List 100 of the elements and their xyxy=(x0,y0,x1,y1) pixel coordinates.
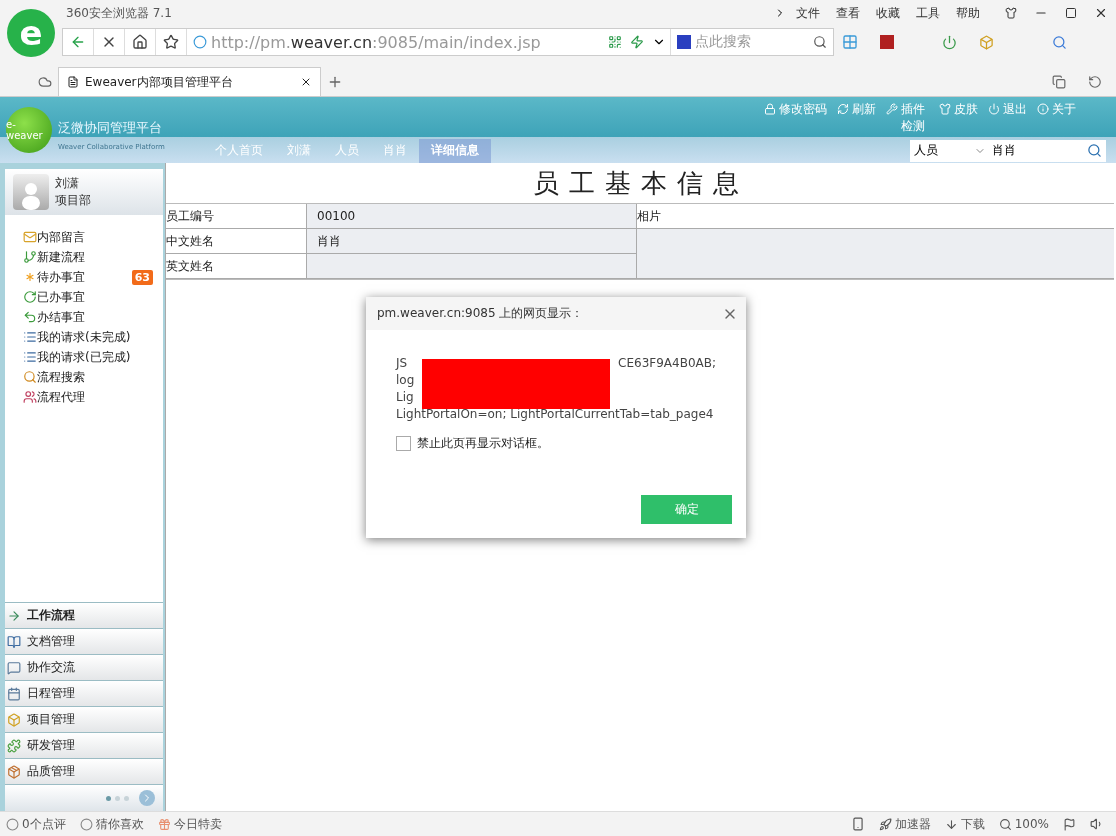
field-label: 英文姓名 xyxy=(166,254,307,279)
field-label: 中文姓名 xyxy=(166,229,307,254)
info-icon xyxy=(1037,103,1049,115)
browser-menu-item[interactable]: 收藏 xyxy=(876,4,900,22)
status-item[interactable]: 下载 xyxy=(944,815,985,833)
list-icon xyxy=(23,350,37,364)
refresh-icon xyxy=(837,103,849,115)
lock-icon xyxy=(764,103,776,115)
search-field[interactable]: 人员 肖肖 xyxy=(910,139,1106,162)
menu-item[interactable]: 流程搜索 xyxy=(23,367,163,387)
return-arrow-icon xyxy=(23,290,37,304)
status-item[interactable]: 0个点评 xyxy=(6,815,66,833)
search-icon[interactable] xyxy=(813,35,827,49)
wrench-icon xyxy=(886,103,898,115)
browser-menu-item[interactable]: 帮助 xyxy=(956,4,980,22)
close-icon[interactable] xyxy=(1094,6,1108,20)
status-item[interactable]: 100% xyxy=(998,817,1049,831)
browser-tab[interactable]: Eweaver内部项目管理平台 xyxy=(58,67,321,96)
menu-item[interactable]: 我的请求(未完成) xyxy=(23,327,163,347)
dont-show-checkbox[interactable]: 禁止此页再显示对话框。 xyxy=(396,435,716,452)
menu-item[interactable]: 流程代理 xyxy=(23,387,163,407)
page-icon xyxy=(67,76,79,88)
message-text: log xyxy=(396,373,415,389)
shirt-icon xyxy=(939,103,951,115)
star-icon[interactable] xyxy=(163,34,179,50)
asterisk-icon xyxy=(23,270,37,284)
undo-icon[interactable] xyxy=(1088,75,1102,89)
zoom-icon xyxy=(998,817,1012,831)
users-icon xyxy=(23,390,37,404)
menu-item[interactable]: 我的请求(已完成) xyxy=(23,347,163,367)
circle-icon xyxy=(6,817,19,831)
brand-title: 泛微协同管理平台 xyxy=(58,119,163,137)
gift-icon xyxy=(157,817,171,831)
note-icon xyxy=(23,230,37,244)
phone-icon[interactable] xyxy=(850,817,865,831)
new-tab-icon[interactable] xyxy=(327,74,343,90)
shirt-icon[interactable] xyxy=(1005,7,1017,19)
return-arrow-icon xyxy=(23,310,37,324)
browser-title: 360安全浏览器 7.1 xyxy=(65,4,173,22)
page-dot[interactable] xyxy=(106,795,111,801)
page-dot[interactable] xyxy=(124,795,129,801)
windows-icon[interactable] xyxy=(1052,75,1066,89)
status-item[interactable]: 今日特卖 xyxy=(157,815,222,833)
circle-icon xyxy=(79,817,93,831)
maximize-icon[interactable] xyxy=(1065,7,1077,19)
message-text: Lig xyxy=(396,390,414,406)
module-tab[interactable]: 工作流程 xyxy=(5,602,163,628)
qr-code-icon[interactable] xyxy=(608,35,622,49)
avatar-icon xyxy=(19,180,43,210)
status-item[interactable]: 猜你喜欢 xyxy=(79,815,144,833)
status-item[interactable]: 加速器 xyxy=(878,815,931,833)
lightning-icon[interactable] xyxy=(630,35,644,49)
url-text: http://pm.weaver.cn:9085/main/index.jsp xyxy=(210,32,542,52)
user-department: 项目部 xyxy=(55,192,91,209)
box-icon[interactable] xyxy=(979,34,994,50)
home-icon[interactable] xyxy=(132,34,148,50)
page-dot[interactable] xyxy=(115,795,120,801)
module-tab[interactable]: 项目管理 xyxy=(5,706,163,732)
search-icon[interactable] xyxy=(1052,34,1067,50)
module-tab[interactable]: 协作交流 xyxy=(5,654,163,680)
menu-item[interactable]: 内部留言 xyxy=(23,227,163,247)
cloud-icon[interactable] xyxy=(38,75,52,89)
puzzle-icon xyxy=(7,738,21,753)
power-icon xyxy=(988,103,1000,115)
browser-logo: e xyxy=(7,9,55,57)
menu-item[interactable]: 待办事宜 63 xyxy=(23,267,163,287)
module-tab[interactable]: 研发管理 xyxy=(5,732,163,758)
app-logo: e-weaver xyxy=(6,107,52,153)
search-icon xyxy=(23,370,37,384)
field-label: 员工编号 xyxy=(166,204,307,229)
dialog-title: pm.weaver.cn:9085 上的网页显示： xyxy=(377,305,584,322)
browser-menu-item[interactable]: 查看 xyxy=(836,4,860,22)
branch-icon xyxy=(23,250,37,264)
list-icon xyxy=(23,330,37,344)
chat-icon xyxy=(7,660,21,675)
menu-item[interactable]: 新建流程 xyxy=(23,247,163,267)
search-icon[interactable] xyxy=(1087,143,1102,159)
grid-icon[interactable] xyxy=(842,34,858,50)
module-tab[interactable]: 文档管理 xyxy=(5,628,163,654)
browser-menu-item[interactable]: 文件 xyxy=(796,4,820,22)
book-icon xyxy=(7,634,21,649)
calendar-icon xyxy=(7,686,21,701)
module-tab[interactable]: 品质管理 xyxy=(5,758,163,784)
browser-menu-item[interactable]: 工具 xyxy=(916,4,940,22)
address-bar[interactable]: http://pm.weaver.cn:9085/main/index.jsp 点此搜索 xyxy=(62,28,834,56)
field-value: 肖肖 xyxy=(307,229,637,254)
rocket-icon xyxy=(878,817,892,831)
close-tab-icon[interactable] xyxy=(300,76,312,88)
message-text: JS xyxy=(396,356,408,372)
module-tab[interactable]: 日程管理 xyxy=(5,680,163,706)
page-title: 员工基本信息 xyxy=(532,167,750,200)
message-text: LightPortalOn=on; LightPortalCurrentTab=tab_page4 xyxy=(396,407,714,423)
back-icon[interactable] xyxy=(70,34,86,50)
flag-icon[interactable] xyxy=(1063,817,1076,831)
count-badge: 63 xyxy=(131,269,153,285)
menu-item[interactable]: 已办事宜 xyxy=(23,287,163,307)
menu-item[interactable]: 办结事宜 xyxy=(23,307,163,327)
user-name: 刘潇 xyxy=(55,175,80,192)
download-icon xyxy=(944,817,958,831)
field-value: 00100 xyxy=(307,204,637,229)
